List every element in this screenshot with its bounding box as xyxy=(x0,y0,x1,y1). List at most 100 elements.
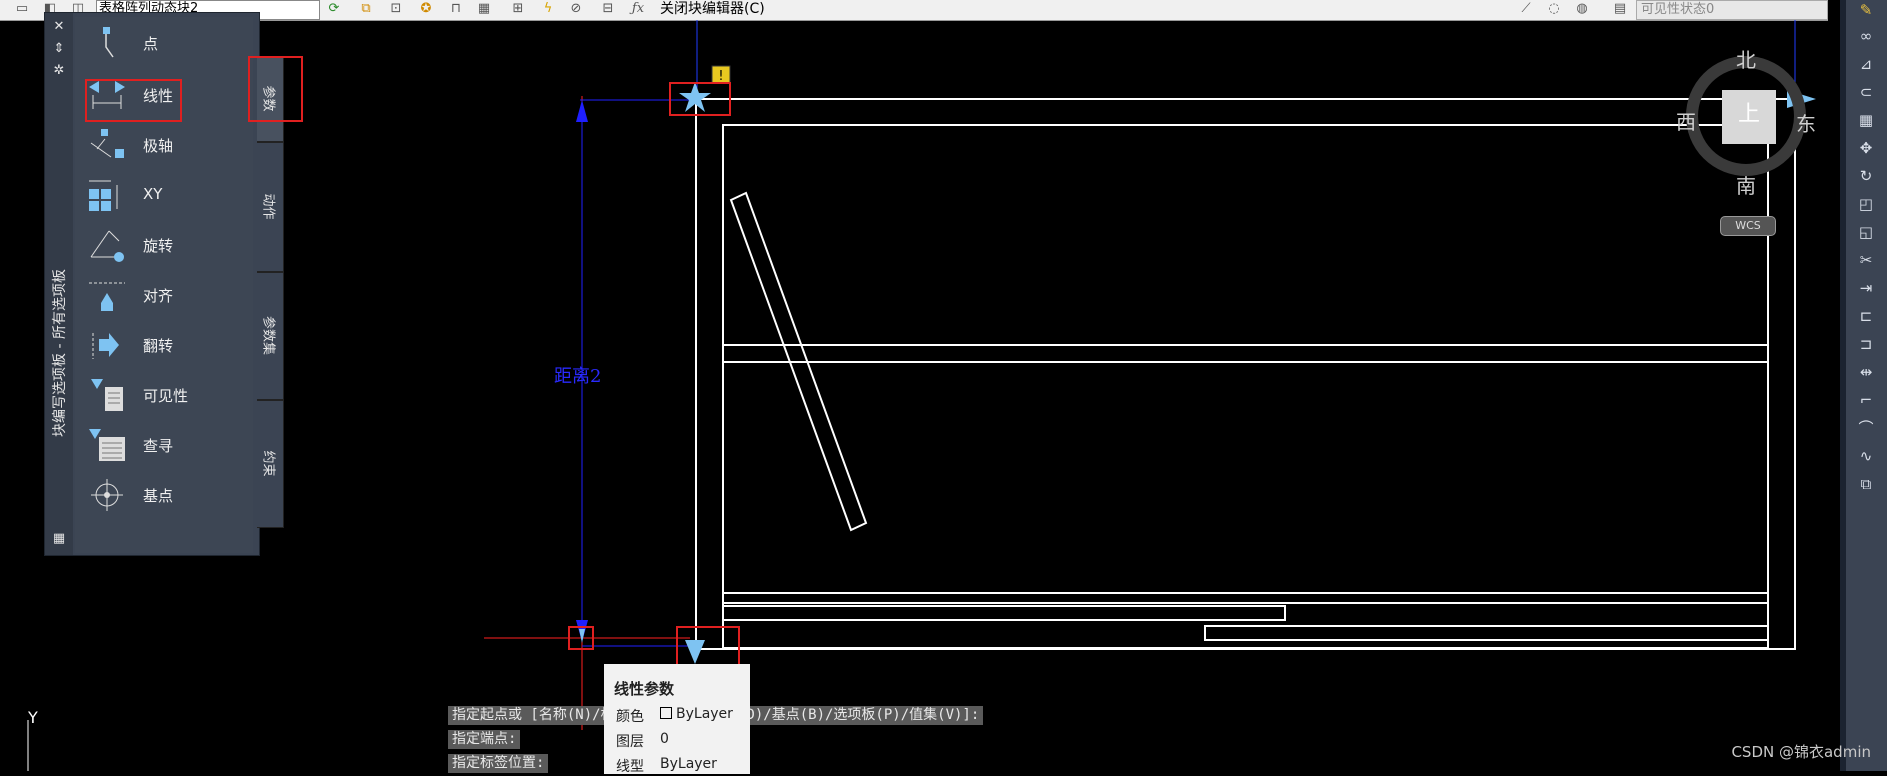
palette-item-label: 查寻 xyxy=(143,437,174,455)
compass-north[interactable]: 北 xyxy=(1736,44,1756,73)
make-visible-icon[interactable]: ◌ xyxy=(1546,1,1562,17)
palette-item-label: 翻转 xyxy=(143,337,174,355)
palette-item-point[interactable]: 点 xyxy=(75,21,245,65)
bottom-rail xyxy=(722,592,1769,604)
move-icon[interactable]: ✥ xyxy=(1856,138,1876,158)
palette-item-label: 对齐 xyxy=(143,287,174,305)
array-icon[interactable]: ▦ xyxy=(1856,110,1876,130)
highlight-dim-arrow xyxy=(568,626,594,650)
copy-icon[interactable]: ⊂ xyxy=(1856,82,1876,102)
outer-frame xyxy=(695,98,1796,650)
palette-item-flip[interactable]: 翻转 xyxy=(75,323,245,367)
stretch-icon[interactable]: ◱ xyxy=(1856,222,1876,242)
rotate-icon[interactable]: ↻ xyxy=(1856,166,1876,186)
inner-frame xyxy=(722,124,1769,649)
break-at-point-icon[interactable]: ⊐ xyxy=(1856,334,1876,354)
lock-icon[interactable]: ⊓ xyxy=(448,1,464,17)
highlight-parameters-tab xyxy=(248,56,303,122)
lookup-param-icon xyxy=(89,429,125,461)
dimension-label[interactable]: 距离2 xyxy=(554,362,601,388)
fx-icon[interactable]: ƒx xyxy=(630,1,646,17)
define-attribute-icon[interactable]: ⊡ xyxy=(388,1,404,17)
tag-icon[interactable]: ⊘ xyxy=(568,1,584,17)
refresh-icon[interactable]: ⟳ xyxy=(326,1,342,17)
viewcube[interactable]: 北 西 东 南 上 WCS xyxy=(1676,48,1816,250)
explode-icon[interactable]: ⧉ xyxy=(1856,474,1876,494)
gear-icon[interactable]: ✲ xyxy=(51,63,67,79)
dimension-arrow-top xyxy=(576,100,588,122)
color-swatch-icon xyxy=(660,707,672,719)
drawer-left xyxy=(722,605,1286,621)
break-icon[interactable]: ⊏ xyxy=(1856,306,1876,326)
palette-title: 块编写选项板 - 所有选项板 xyxy=(52,269,68,437)
tooltip-linetype-value: ByLayer xyxy=(660,756,717,772)
bulb-icon[interactable]: ✪ xyxy=(418,1,434,17)
flip-param-icon xyxy=(92,333,119,359)
fillet-icon[interactable]: ⌒ xyxy=(1856,418,1876,438)
viewcube-top-face[interactable]: 上 xyxy=(1722,90,1776,144)
basepoint-param-icon xyxy=(91,479,123,511)
palette-item-rotation[interactable]: 旋转 xyxy=(75,223,245,267)
palette-item-visibility[interactable]: 可见性 xyxy=(75,373,245,417)
palette-item-alignment[interactable]: 对齐 xyxy=(75,273,245,317)
blend-curves-icon[interactable]: ∿ xyxy=(1856,446,1876,466)
tab-actions[interactable]: 动作 xyxy=(257,142,284,272)
polar-param-icon xyxy=(90,129,124,158)
join-icon[interactable]: ⇹ xyxy=(1856,362,1876,382)
compass-east[interactable]: 东 xyxy=(1796,108,1816,137)
parameter-tooltip: 线性参数 颜色 ByLayer 图层 0 线型 ByLayer xyxy=(604,664,750,775)
tab-constraints[interactable]: 约束 xyxy=(257,400,284,528)
alignment-param-icon xyxy=(89,282,125,311)
tooltip-key: 颜色 xyxy=(616,709,644,725)
highlight-linear-item xyxy=(85,79,182,122)
trim-icon[interactable]: ✂ xyxy=(1856,250,1876,270)
palette-title-strip[interactable]: ✕ ⇕ ✲ 块编写选项板 - 所有选项板 ▦ xyxy=(45,13,73,555)
visibility-toggle-icon[interactable]: ⟋ xyxy=(1518,1,1534,17)
xy-param-icon xyxy=(89,180,118,211)
param-manager-icon[interactable]: ⊟ xyxy=(600,1,616,17)
tab-parameter-sets[interactable]: 参数集 xyxy=(257,272,284,400)
point-param-icon xyxy=(103,27,114,58)
palette-item-label: 旋转 xyxy=(143,237,174,255)
command-prompt-3[interactable]: 指定标签位置: xyxy=(448,754,549,773)
extend-icon[interactable]: ⇥ xyxy=(1856,278,1876,298)
palette-item-polar[interactable]: 极轴 xyxy=(75,123,245,167)
autohide-icon[interactable]: ⇕ xyxy=(51,41,67,57)
close-block-editor-button[interactable]: 关闭块编辑器(C) xyxy=(660,0,765,18)
block-editor-toolbar: ▭ ◧ ◫ 表格阵列动态块2 ⟳ ⧉ ⊡ ✪ ⊓ ▦ ⊞ ϟ ⊘ ⊟ ƒx 关闭… xyxy=(0,0,1828,21)
highlight-end-grip xyxy=(676,626,740,666)
tooltip-layer-value: 0 xyxy=(660,731,669,747)
visibility-states-icon[interactable]: ▤ xyxy=(1612,1,1628,17)
visibility-param-icon xyxy=(91,379,123,411)
make-invisible-icon[interactable]: ◍ xyxy=(1574,1,1590,17)
palette-item-label: XY xyxy=(143,185,163,203)
compass-south[interactable]: 南 xyxy=(1736,170,1756,199)
test-block-icon[interactable]: ⊞ xyxy=(510,1,526,17)
palette-item-label: 可见性 xyxy=(143,387,189,405)
authoring-icon[interactable]: ⧉ xyxy=(358,1,374,17)
close-icon[interactable]: ✕ xyxy=(51,19,67,35)
palette-item-xy[interactable]: XY xyxy=(75,173,245,217)
drawer-right xyxy=(1204,625,1769,641)
highlight-base-grip xyxy=(669,82,731,116)
pencil-icon[interactable]: ✎ xyxy=(1856,0,1876,20)
block-icon[interactable]: ▭ xyxy=(14,1,30,17)
palette-menu-icon[interactable]: ▦ xyxy=(51,531,67,547)
palette-item-basepoint[interactable]: 基点 xyxy=(75,473,245,517)
lightning-icon[interactable]: ϟ xyxy=(540,1,556,17)
compass-west[interactable]: 西 xyxy=(1676,106,1696,135)
tooltip-key: 图层 xyxy=(616,734,644,750)
table-icon[interactable]: ▦ xyxy=(476,1,492,17)
offset-icon[interactable]: ∞ xyxy=(1856,26,1876,46)
palette-item-label: 基点 xyxy=(143,487,174,505)
tooltip-title: 线性参数 xyxy=(614,680,675,698)
tooltip-key: 线型 xyxy=(616,759,644,775)
wcs-menu[interactable]: WCS xyxy=(1720,216,1776,236)
scale-icon[interactable]: ◰ xyxy=(1856,194,1876,214)
mirror-icon[interactable]: ⊿ xyxy=(1856,54,1876,74)
palette-item-lookup[interactable]: 查寻 xyxy=(75,423,245,467)
ucs-y-label: Y xyxy=(28,708,38,727)
chamfer-icon[interactable]: ⌐ xyxy=(1856,390,1876,410)
rotation-param-icon xyxy=(90,230,124,262)
visibility-state-select[interactable]: 可见性状态0 xyxy=(1636,0,1828,20)
